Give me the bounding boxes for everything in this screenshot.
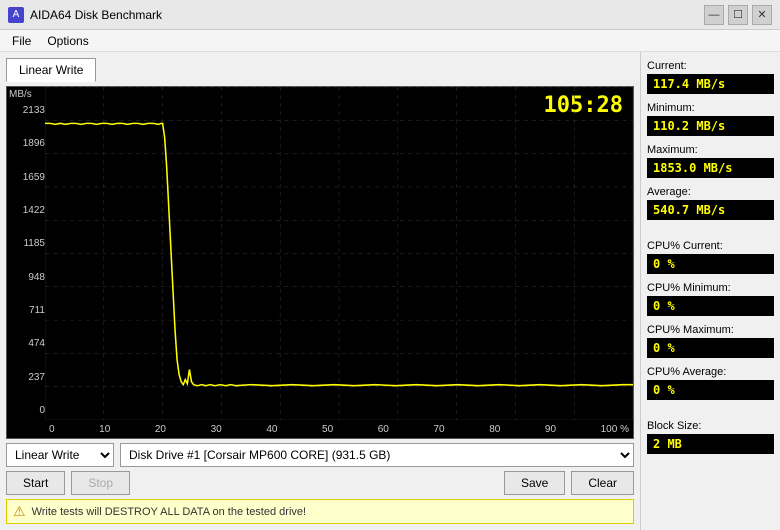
- stat-block-size-label: Block Size:: [647, 420, 774, 432]
- tab-bar: Linear Write: [6, 58, 634, 82]
- y-axis: 2133 1896 1659 1422 1185 948 711 474 237…: [7, 87, 45, 438]
- stat-maximum-value: 1853.0 MB/s: [647, 158, 774, 178]
- y-label-7: 1896: [9, 138, 45, 149]
- stat-maximum: Maximum: 1853.0 MB/s: [647, 144, 774, 178]
- stat-cpu-maximum-value: 0 %: [647, 338, 774, 358]
- y-label-2: 711: [9, 305, 45, 316]
- stop-button[interactable]: Stop: [71, 471, 130, 495]
- stat-block-size: Block Size: 2 MB: [647, 420, 774, 454]
- y-label-5: 1422: [9, 205, 45, 216]
- warning-text: Write tests will DESTROY ALL DATA on the…: [32, 506, 307, 518]
- main-container: Linear Write MB/s 105:28 2133 1896 1659 …: [0, 52, 780, 530]
- app-icon: A: [8, 7, 24, 23]
- warning-bar: ⚠ Write tests will DESTROY ALL DATA on t…: [6, 499, 634, 524]
- x-label-60: 60: [378, 424, 389, 435]
- x-label-10: 10: [99, 424, 110, 435]
- x-label-100: 100 %: [601, 424, 629, 435]
- stat-cpu-average: CPU% Average: 0 %: [647, 366, 774, 400]
- clear-button[interactable]: Clear: [571, 471, 634, 495]
- y-label-8: 2133: [9, 105, 45, 116]
- stat-current-value: 117.4 MB/s: [647, 74, 774, 94]
- y-label-0b: 237: [9, 372, 45, 383]
- maximize-button[interactable]: ☐: [728, 5, 748, 25]
- stat-maximum-label: Maximum:: [647, 144, 774, 156]
- y-label-6: 1659: [9, 172, 45, 183]
- drive-select[interactable]: Disk Drive #1 [Corsair MP600 CORE] (931.…: [120, 443, 634, 467]
- stat-cpu-average-label: CPU% Average:: [647, 366, 774, 378]
- stat-minimum: Minimum: 110.2 MB/s: [647, 102, 774, 136]
- stat-current-label: Current:: [647, 60, 774, 72]
- controls-bar: Linear Write Linear Read Random Write Ra…: [6, 443, 634, 467]
- stat-cpu-current-value: 0 %: [647, 254, 774, 274]
- stat-minimum-value: 110.2 MB/s: [647, 116, 774, 136]
- window-controls: — ☐ ✕: [704, 5, 772, 25]
- menu-bar: File Options: [0, 30, 780, 52]
- stat-cpu-minimum-value: 0 %: [647, 296, 774, 316]
- stat-average-value: 540.7 MB/s: [647, 200, 774, 220]
- stat-cpu-maximum: CPU% Maximum: 0 %: [647, 324, 774, 358]
- x-label-70: 70: [433, 424, 444, 435]
- stat-cpu-minimum: CPU% Minimum: 0 %: [647, 282, 774, 316]
- right-panel: Current: 117.4 MB/s Minimum: 110.2 MB/s …: [640, 52, 780, 530]
- x-label-20: 20: [155, 424, 166, 435]
- y-label-3: 948: [9, 272, 45, 283]
- left-panel: Linear Write MB/s 105:28 2133 1896 1659 …: [0, 52, 640, 530]
- stat-block-size-value: 2 MB: [647, 434, 774, 454]
- warning-icon: ⚠: [13, 503, 26, 520]
- x-axis: 0 10 20 30 40 50 60 70 80 90 100 %: [45, 420, 633, 438]
- y-label-4: 1185: [9, 238, 45, 249]
- chart-svg: [45, 87, 633, 420]
- stat-average-label: Average:: [647, 186, 774, 198]
- menu-file[interactable]: File: [4, 32, 39, 50]
- stat-cpu-minimum-label: CPU% Minimum:: [647, 282, 774, 294]
- minimize-button[interactable]: —: [704, 5, 724, 25]
- x-label-50: 50: [322, 424, 333, 435]
- stat-cpu-current: CPU% Current: 0 %: [647, 240, 774, 274]
- chart-container: MB/s 105:28 2133 1896 1659 1422 1185 948…: [6, 86, 634, 439]
- tab-linear-write[interactable]: Linear Write: [6, 58, 96, 82]
- stat-cpu-maximum-label: CPU% Maximum:: [647, 324, 774, 336]
- save-button[interactable]: Save: [504, 471, 565, 495]
- stat-average: Average: 540.7 MB/s: [647, 186, 774, 220]
- title-bar: A AIDA64 Disk Benchmark — ☐ ✕: [0, 0, 780, 30]
- y-label-1: 474: [9, 338, 45, 349]
- x-label-90: 90: [545, 424, 556, 435]
- stat-cpu-average-value: 0 %: [647, 380, 774, 400]
- x-label-40: 40: [266, 424, 277, 435]
- stat-current: Current: 117.4 MB/s: [647, 60, 774, 94]
- x-label-80: 80: [489, 424, 500, 435]
- y-label-0: 0: [9, 405, 45, 416]
- action-buttons: Start Stop Save Clear: [6, 471, 634, 495]
- test-type-select[interactable]: Linear Write Linear Read Random Write Ra…: [6, 443, 114, 467]
- x-label-0: 0: [49, 424, 55, 435]
- chart-grid: [45, 87, 633, 420]
- close-button[interactable]: ✕: [752, 5, 772, 25]
- stat-cpu-current-label: CPU% Current:: [647, 240, 774, 252]
- title-text: AIDA64 Disk Benchmark: [30, 8, 162, 22]
- menu-options[interactable]: Options: [39, 32, 96, 50]
- x-label-30: 30: [211, 424, 222, 435]
- stat-minimum-label: Minimum:: [647, 102, 774, 114]
- start-button[interactable]: Start: [6, 471, 65, 495]
